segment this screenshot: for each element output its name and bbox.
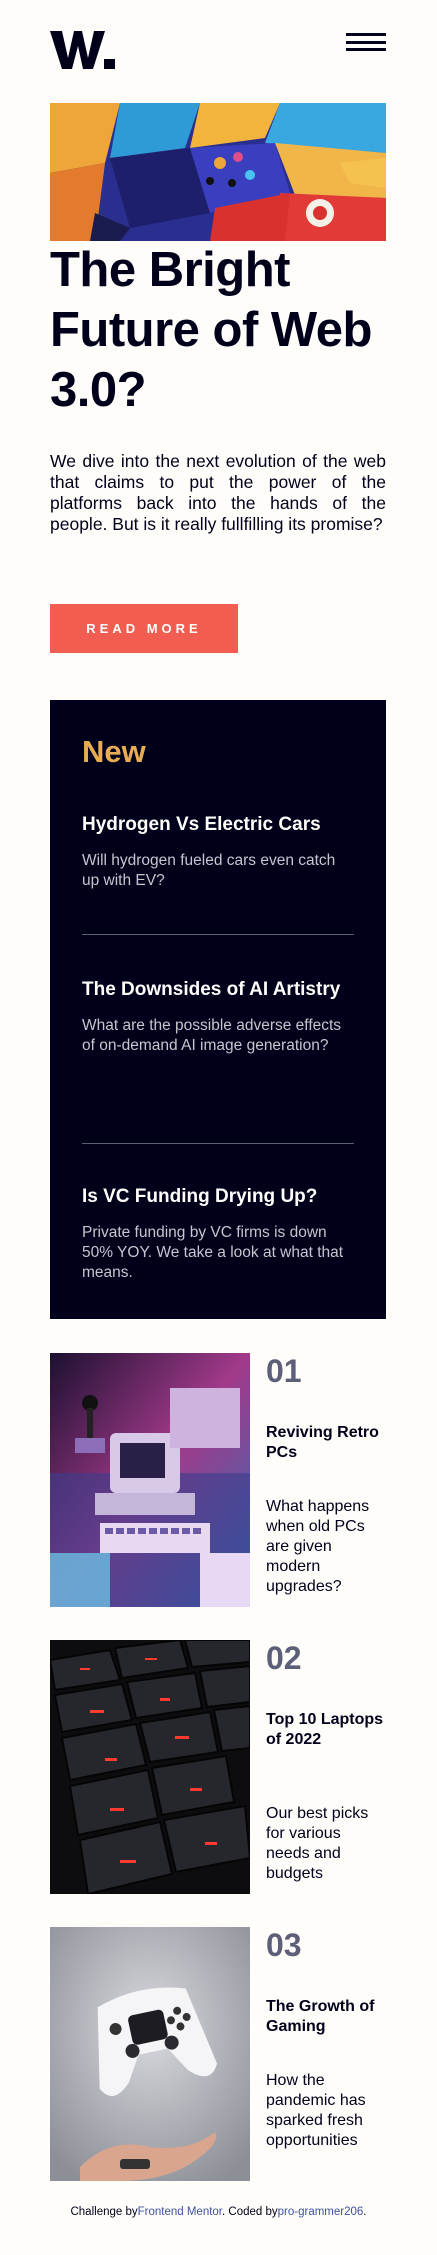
card-title[interactable]: The Growth of Gaming [266,1997,386,2037]
new-panel: New Hydrogen Vs Electric Cars Will hydro… [50,700,386,1319]
logo[interactable]: W. [50,28,116,72]
card-text: Our best picks for various needs and bud… [266,1805,369,1882]
card-number: 02 [266,1640,302,1676]
hamburger-menu-icon[interactable] [346,33,386,51]
hero-title: The Bright Future of Web 3.0? [50,243,372,417]
new-item: The Downsides of AI Artistry What are th… [82,978,354,1056]
frontend-mentor-link[interactable]: Frontend Mentor [138,2206,222,2218]
author-link[interactable]: pro-grammer206 [278,2206,364,2218]
article-card: 02 Top 10 Laptops of 2022 Our best picks… [50,1640,386,1894]
article-card: 01 Reviving Retro PCs What happens when … [50,1353,386,1607]
card-number: 03 [266,1927,302,1963]
new-item-text: Private funding by VC firms is down 50% … [82,1224,344,1281]
new-item: Hydrogen Vs Electric Cars Will hydrogen … [82,813,354,891]
card-text: What happens when old PCs are given mode… [266,1498,370,1595]
article-card: 03 The Growth of Gaming How the pandemic… [50,1927,386,2181]
divider [82,934,354,935]
new-item-title[interactable]: The Downsides of AI Artistry [82,978,354,1002]
new-heading: New [82,734,146,769]
new-item-text: Will hydrogen fueled cars even catch up … [82,852,336,889]
hero-image [50,103,386,241]
new-item-text: What are the possible adverse effects of… [82,1017,342,1054]
retro-pc-image [50,1353,250,1607]
new-item-title[interactable]: Hydrogen Vs Electric Cars [82,813,354,837]
attribution-prefix: Challenge by [70,2206,138,2218]
laptop-keyboard-image [50,1640,250,1894]
game-controller-image [50,1927,250,2181]
card-title[interactable]: Reviving Retro PCs [266,1423,386,1463]
attribution-middle: . Coded by [222,2206,278,2218]
card-number: 01 [266,1353,302,1389]
page: W. The Br [0,0,437,2255]
hero-description: We dive into the next evolution of the w… [50,451,386,534]
new-item: Is VC Funding Drying Up? Private funding… [82,1185,354,1283]
divider [82,1143,354,1144]
new-item-title[interactable]: Is VC Funding Drying Up? [82,1185,354,1209]
card-text: How the pandemic has sparked fresh oppor… [266,2072,366,2149]
attribution-footer: Challenge byFrontend Mentor. Coded bypro… [0,2206,437,2218]
card-title[interactable]: Top 10 Laptops of 2022 [266,1710,386,1750]
read-more-button[interactable]: READ MORE [50,604,238,653]
attribution-suffix: . [363,2206,367,2218]
